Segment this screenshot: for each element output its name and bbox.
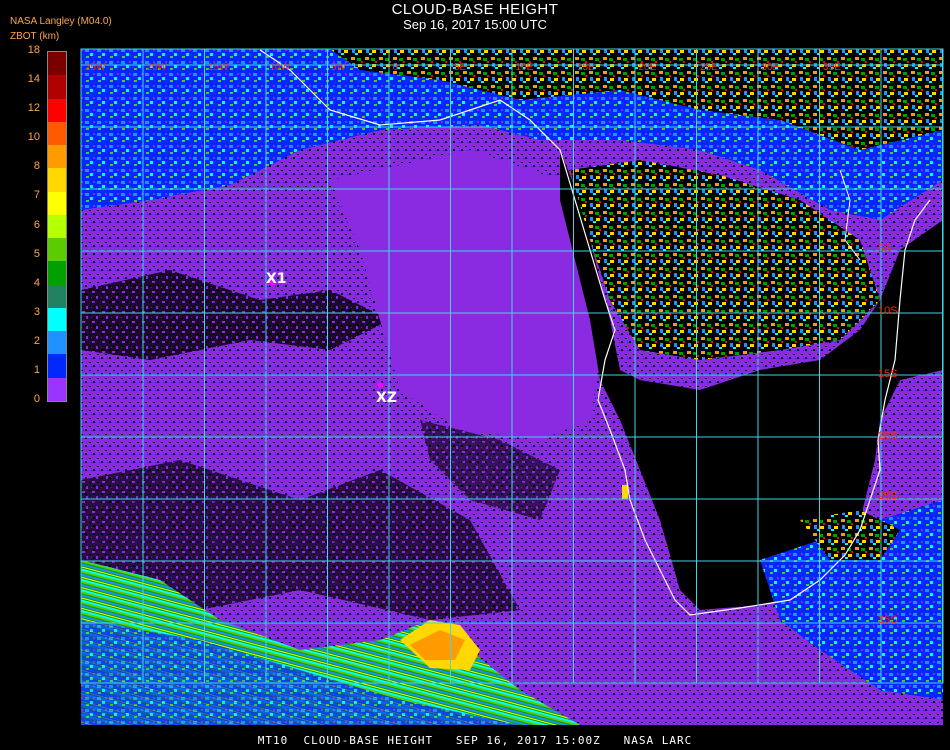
lon-label: 30E [762, 62, 780, 73]
lon-label: 5W [331, 62, 347, 73]
lon-label: 5E [454, 62, 467, 73]
lat-label: 25S [878, 490, 898, 502]
lon-label: 25W [85, 62, 106, 73]
lon-label: 25E [700, 62, 718, 73]
lon-label: 15W [208, 62, 229, 73]
marker-x1: X1 [266, 271, 287, 287]
lat-label: 5S [878, 243, 891, 255]
footer-caption: MT10 CLOUD-BASE HEIGHT SEP 16, 2017 15:0… [257, 734, 693, 747]
lon-label: 20W [147, 62, 168, 73]
lon-label: 10W [270, 62, 291, 73]
marker-xz-label: XZ [376, 390, 397, 406]
lat-label: 15S [878, 368, 898, 380]
lat-label: 20S [878, 430, 898, 442]
lat-label: 35S [878, 614, 898, 626]
lon-label: 10E [516, 62, 534, 73]
lat-label: 10S [878, 305, 898, 317]
lon-label: 0 [393, 62, 399, 73]
lon-label: 35E [823, 62, 841, 73]
marker-x1-label: X1 [266, 271, 287, 287]
lon-label: 15E [577, 62, 595, 73]
lon-label: 20E [639, 62, 657, 73]
satellite-map: 25W 20W 15W 10W 5W 0 5E 10E 15E 20E 25E 30E 35E 5S 10… [80, 48, 944, 725]
